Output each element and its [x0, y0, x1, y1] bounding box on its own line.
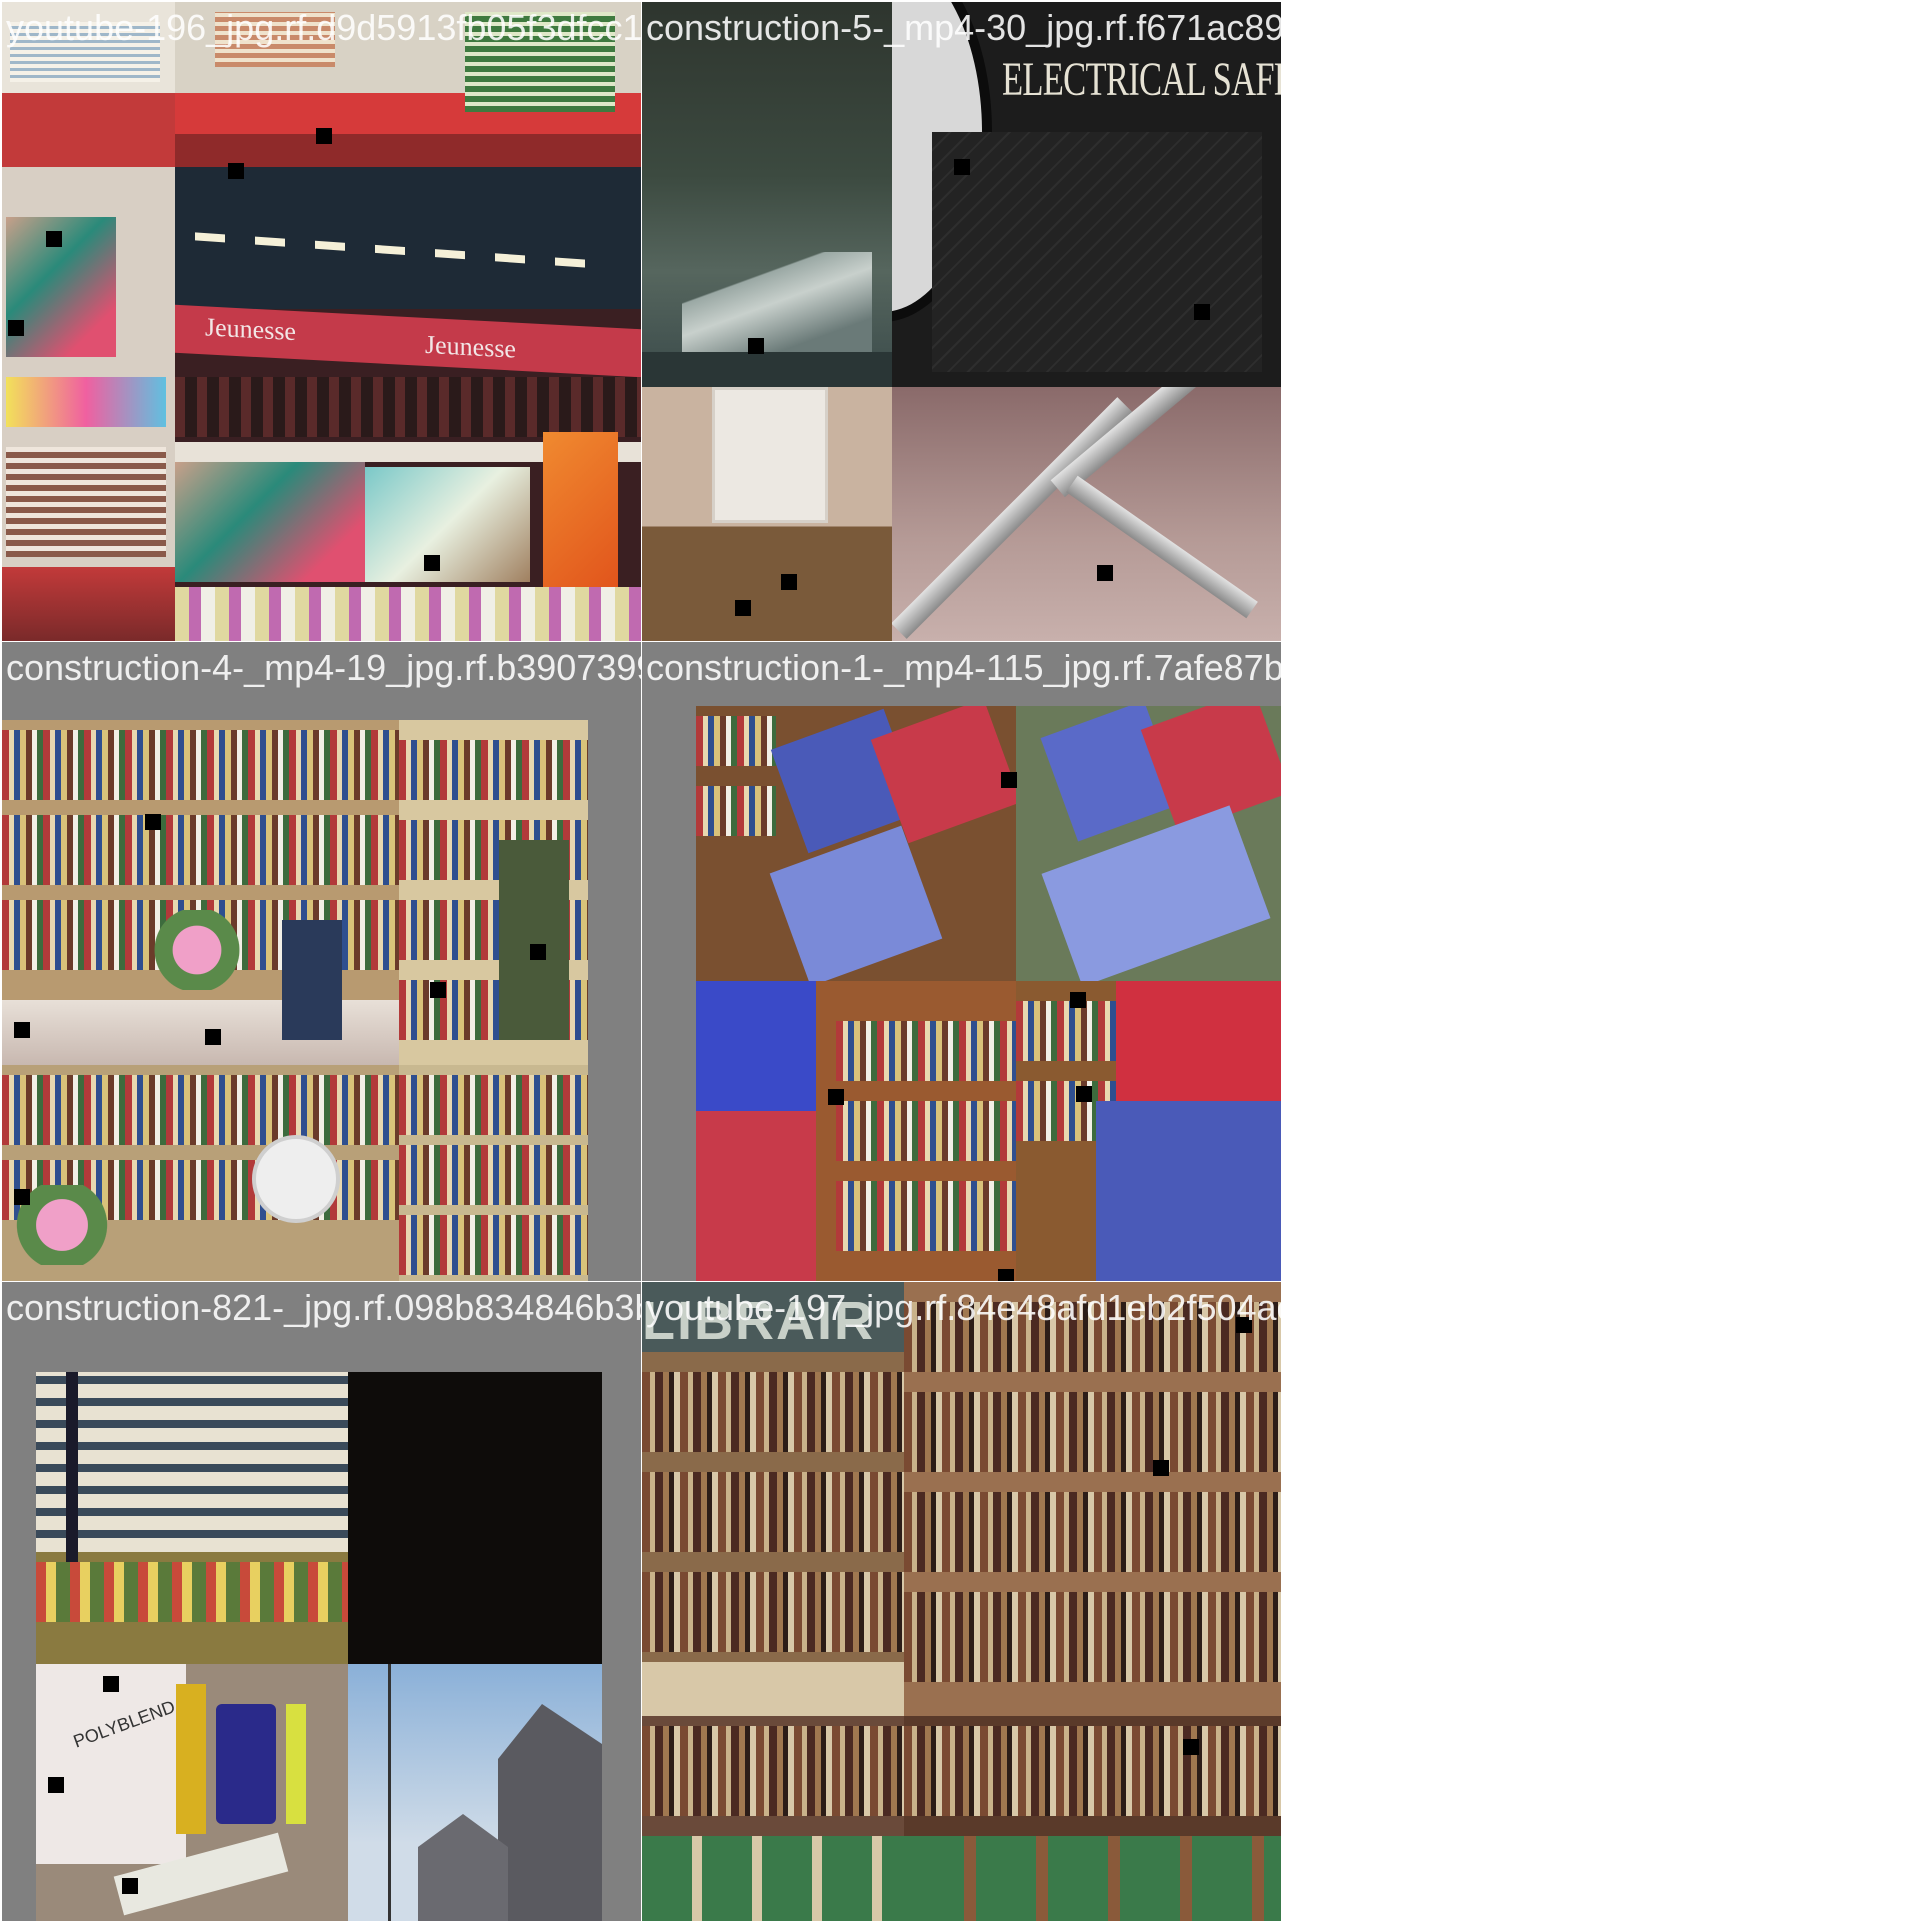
marker: [228, 163, 244, 179]
tile-label: construction-4-_mp4-19_jpg.rf.b39073990b: [6, 647, 641, 688]
image-crop-bookshelf-corner: [399, 1065, 588, 1281]
tile-label: construction-5-_mp4-30_jpg.rf.f671ac8915: [646, 7, 1281, 48]
image-crop-forest-hillside: [642, 2, 892, 387]
marker: [748, 338, 764, 354]
mosaic-tile-construction-5: ELECTRICAL SAFETY construction-5-_mp4-30…: [642, 2, 1281, 641]
image-crop-dark-interior: [348, 1372, 602, 1664]
marker: [14, 1022, 30, 1038]
image-crop-houses-sky: [348, 1664, 602, 1921]
image-crop-book-covers-1: [642, 1716, 904, 1921]
mosaic-tile-youtube-196: Jeunesse Jeunesse youtube-196_jpg.rf.d9d…: [2, 2, 641, 641]
marker: [998, 1269, 1014, 1281]
image-crop-bookstore-shelves: [904, 1282, 1281, 1716]
mosaic-tile-youtube-197: LIBRAIR youtube-197_jpg.rf.84e48afd1eb2f…: [642, 1282, 1281, 1921]
marker: [1070, 992, 1086, 1008]
tile-label: youtube-197_jpg.rf.84e48afd1eb2f504aecfb: [646, 1287, 1281, 1328]
orange-book-cover: [543, 432, 618, 607]
image-crop-fabric-bins-1: [696, 706, 1016, 981]
image-crop-magazines-left: [2, 167, 175, 641]
image-crop-bookcase-bins: [696, 981, 1016, 1281]
polyblend-label: POLYBLEND: [70, 1696, 178, 1752]
marker: [430, 982, 446, 998]
marker: [781, 574, 797, 590]
tile-label: construction-1-_mp4-115_jpg.rf.7afe87b72: [646, 647, 1281, 688]
tile-label: youtube-196_jpg.rf.d9d5913fb05f3dfcc17d1: [6, 7, 641, 48]
jeunesse-label-right: Jeunesse: [425, 329, 516, 364]
jeunesse-sign: Jeunesse Jeunesse: [175, 304, 641, 378]
image-crop-bookshelf-doorway: [399, 720, 588, 1065]
image-crop-librairie-storefront: LIBRAIR: [642, 1282, 904, 1716]
image-crop-fabric-bins-2: [1016, 706, 1281, 981]
marker: [735, 600, 751, 616]
marker: [14, 1189, 30, 1205]
electrical-safety-text: ELECTRICAL SAFETY: [1002, 53, 1281, 106]
image-crop-bins-and-shelf: [1016, 981, 1281, 1281]
jeunesse-label-left: Jeunesse: [205, 312, 296, 347]
marker: [145, 814, 161, 830]
tile-label: construction-821-_jpg.rf.098b834846b3be5: [6, 1287, 641, 1328]
image-crop-bookshop-flowers: [2, 1065, 399, 1281]
image-crop-construction-supplies: POLYBLEND: [36, 1664, 348, 1921]
marker: [1001, 772, 1017, 788]
image-crop-jeunesse-shelf: Jeunesse Jeunesse: [175, 167, 641, 641]
marker: [828, 1089, 844, 1105]
image-crop-door-interior: [642, 387, 892, 641]
marker: [316, 128, 332, 144]
marker: [205, 1029, 221, 1045]
image-crop-electrical-safety-sign: ELECTRICAL SAFETY: [892, 2, 1281, 387]
mosaic-tile-construction-4: construction-4-_mp4-19_jpg.rf.b39073990b: [2, 642, 641, 1281]
marker: [954, 159, 970, 175]
marker: [1194, 304, 1210, 320]
marker: [1097, 565, 1113, 581]
mosaic-tile-construction-1: construction-1-_mp4-115_jpg.rf.7afe87b72: [642, 642, 1281, 1281]
marker: [8, 320, 24, 336]
marker: [1183, 1739, 1199, 1755]
marker: [530, 944, 546, 960]
marker: [122, 1878, 138, 1894]
marker: [1076, 1086, 1092, 1102]
image-crop-scaffold-pipes: [892, 387, 1281, 641]
marker: [1153, 1460, 1169, 1476]
image-crop-book-covers-2: [904, 1716, 1281, 1921]
marker: [46, 231, 62, 247]
image-crop-bookshop-interior: [2, 720, 399, 1065]
marker: [48, 1777, 64, 1793]
marker: [103, 1676, 119, 1692]
mosaic-tile-construction-821: POLYBLEND construction-821-_jpg.rf.098b8…: [2, 1282, 641, 1921]
image-crop-building-facade: [36, 1372, 348, 1664]
marker: [424, 555, 440, 571]
